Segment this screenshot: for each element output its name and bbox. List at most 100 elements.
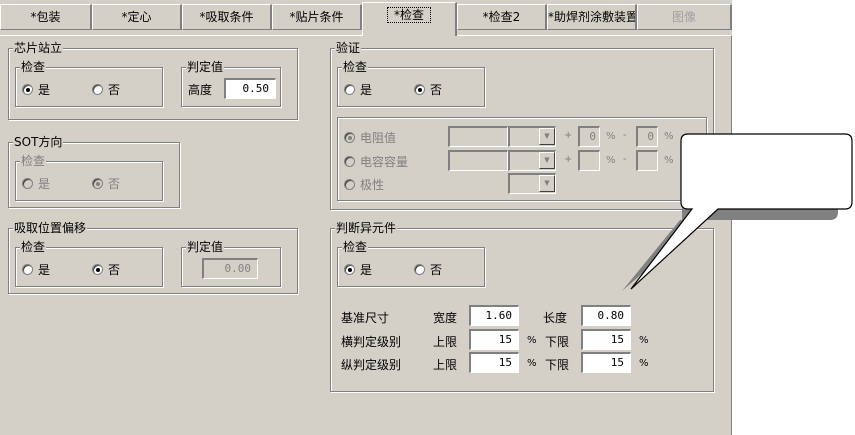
percent-sign: % <box>606 155 616 166</box>
verify-check-group: 检查 是 否 <box>337 60 485 107</box>
horizontal-lower-input[interactable]: 15 <box>581 329 631 350</box>
radio-empty-icon <box>414 264 425 275</box>
chip-standing-title: 芯片站立 <box>13 41 64 55</box>
verify-group: 验证 检查 是 否 电阻值 ▼ + 0 % - 0 % 电容容量 ▼ + % -… <box>330 41 714 210</box>
minus-sign: - <box>623 154 627 165</box>
radio-empty-icon <box>344 179 355 190</box>
height-input[interactable]: 0.50 <box>224 78 276 99</box>
radio-empty-icon <box>92 84 103 95</box>
minus-sign: - <box>623 130 627 141</box>
vertical-level-label: 纵判定级别 <box>341 358 402 372</box>
width-input[interactable]: 1.60 <box>469 305 519 326</box>
percent-sign: % <box>606 131 616 142</box>
sot-check-group: 检查 是 否 <box>15 154 163 201</box>
tab-pickup-conditions[interactable]: *吸取条件 <box>182 4 272 30</box>
pickup-offset-yes-radio[interactable]: 是 <box>22 261 50 278</box>
radio-empty-icon <box>344 156 355 167</box>
vertical-lower-input[interactable]: 15 <box>581 352 631 373</box>
chevron-down-icon[interactable]: ▼ <box>539 175 555 192</box>
radio-empty-icon <box>22 264 33 275</box>
pickup-offset-judge-group: 判定值 0.00 <box>181 240 281 287</box>
capacitance-unit-select[interactable]: ▼ <box>508 150 556 171</box>
sot-no-radio[interactable]: 否 <box>92 175 120 192</box>
tab-centering[interactable]: *定心 <box>92 4 182 30</box>
horizontal-upper-input[interactable]: 15 <box>469 329 519 350</box>
length-label: 长度 <box>543 311 568 325</box>
judge-title: 判定值 <box>186 240 225 254</box>
percent-sign: % <box>639 358 649 369</box>
judge-title: 判定值 <box>186 60 225 74</box>
tab-mount-conditions[interactable]: *贴片条件 <box>272 4 362 30</box>
check-title: 检查 <box>342 60 369 74</box>
lower-label: 下限 <box>545 358 570 372</box>
resistance-tol-plus-input[interactable]: 0 <box>578 126 600 147</box>
chevron-down-icon[interactable]: ▼ <box>539 128 555 145</box>
tab-bar: *包装 *定心 *吸取条件 *贴片条件 *检查 *检查2 *助焊剂涂敷装置 图像 <box>0 0 732 38</box>
width-label: 宽度 <box>433 311 458 325</box>
chip-standing-group: 芯片站立 检查 是 否 判定值 高度 0.50 <box>8 41 298 120</box>
radio-selected-icon <box>92 178 103 189</box>
capacitance-radio[interactable]: 电容容量 <box>344 153 408 170</box>
sot-direction-group: SOT方向 检查 是 否 <box>8 135 180 208</box>
percent-sign: % <box>664 155 674 166</box>
percent-sign: % <box>527 335 537 346</box>
radio-empty-icon <box>344 84 355 95</box>
pickup-offset-input[interactable]: 0.00 <box>202 258 258 279</box>
verify-no-radio[interactable]: 否 <box>414 81 442 98</box>
check-title: 检查 <box>342 240 369 254</box>
plus-sign: + <box>564 154 573 165</box>
chip-standing-no-radio[interactable]: 否 <box>92 81 120 98</box>
horizontal-level-label: 横判定级别 <box>341 335 402 349</box>
radio-selected-icon <box>22 84 33 95</box>
length-input[interactable]: 0.80 <box>581 305 631 326</box>
upper-label: 上限 <box>433 335 458 349</box>
capacitance-tol-plus-input[interactable] <box>578 150 600 171</box>
odd-part-title: 判断异元件 <box>335 221 398 235</box>
capacitance-tol-minus-input[interactable] <box>636 150 658 171</box>
percent-sign: % <box>664 131 674 142</box>
check-title: 检查 <box>20 154 47 168</box>
check-title: 检查 <box>20 240 47 254</box>
tab-flux-applicator[interactable]: *助焊剂涂敷装置 <box>547 4 637 30</box>
verify-value-group: 电阻值 ▼ + 0 % - 0 % 电容容量 ▼ + % - % 极性 ▼ <box>337 117 707 201</box>
tab-inspection2[interactable]: *检查2 <box>457 4 547 30</box>
radio-selected-icon <box>344 132 355 143</box>
verify-title: 验证 <box>335 41 362 55</box>
polarity-radio[interactable]: 极性 <box>344 176 384 193</box>
resistance-unit-select[interactable]: ▼ <box>508 126 556 147</box>
sot-title: SOT方向 <box>13 135 64 149</box>
radio-empty-icon <box>22 178 33 189</box>
chip-standing-judge-group: 判定值 高度 0.50 <box>181 60 281 107</box>
capacitance-value-field[interactable] <box>448 150 508 171</box>
chip-standing-yes-radio[interactable]: 是 <box>22 81 50 98</box>
resistance-value-field[interactable] <box>448 126 508 147</box>
verify-yes-radio[interactable]: 是 <box>344 81 372 98</box>
odd-part-check-group: 检查 是 否 <box>337 240 485 287</box>
height-label: 高度 <box>188 83 213 97</box>
pickup-offset-title: 吸取位置偏移 <box>13 221 88 235</box>
percent-sign: % <box>527 358 537 369</box>
resistance-tol-minus-input[interactable]: 0 <box>636 126 658 147</box>
odd-part-no-radio[interactable]: 否 <box>414 261 442 278</box>
pickup-offset-no-radio[interactable]: 否 <box>92 261 120 278</box>
radio-selected-icon <box>414 84 425 95</box>
lower-label: 下限 <box>545 335 570 349</box>
percent-sign: % <box>639 335 649 346</box>
inspection-panel: 芯片站立 检查 是 否 判定值 高度 0.50 SOT方向 检查 是 否 吸取位… <box>0 35 732 435</box>
tab-inspection[interactable]: *检查 <box>362 2 457 36</box>
odd-part-yes-radio[interactable]: 是 <box>344 261 372 278</box>
ref-size-label: 基准尺寸 <box>341 311 390 325</box>
upper-label: 上限 <box>433 358 458 372</box>
radio-selected-icon <box>344 264 355 275</box>
tab-image[interactable]: 图像 <box>637 4 732 30</box>
chip-standing-check-group: 检查 是 否 <box>15 60 163 107</box>
pickup-offset-check-group: 检查 是 否 <box>15 240 163 287</box>
vertical-upper-input[interactable]: 15 <box>469 352 519 373</box>
chevron-down-icon[interactable]: ▼ <box>539 152 555 169</box>
sot-yes-radio[interactable]: 是 <box>22 175 50 192</box>
pickup-offset-group: 吸取位置偏移 检查 是 否 判定值 0.00 <box>8 221 298 294</box>
radio-selected-icon <box>92 264 103 275</box>
resistance-radio[interactable]: 电阻值 <box>344 129 396 146</box>
polarity-select[interactable]: ▼ <box>508 173 556 194</box>
tab-packaging[interactable]: *包装 <box>0 4 92 30</box>
